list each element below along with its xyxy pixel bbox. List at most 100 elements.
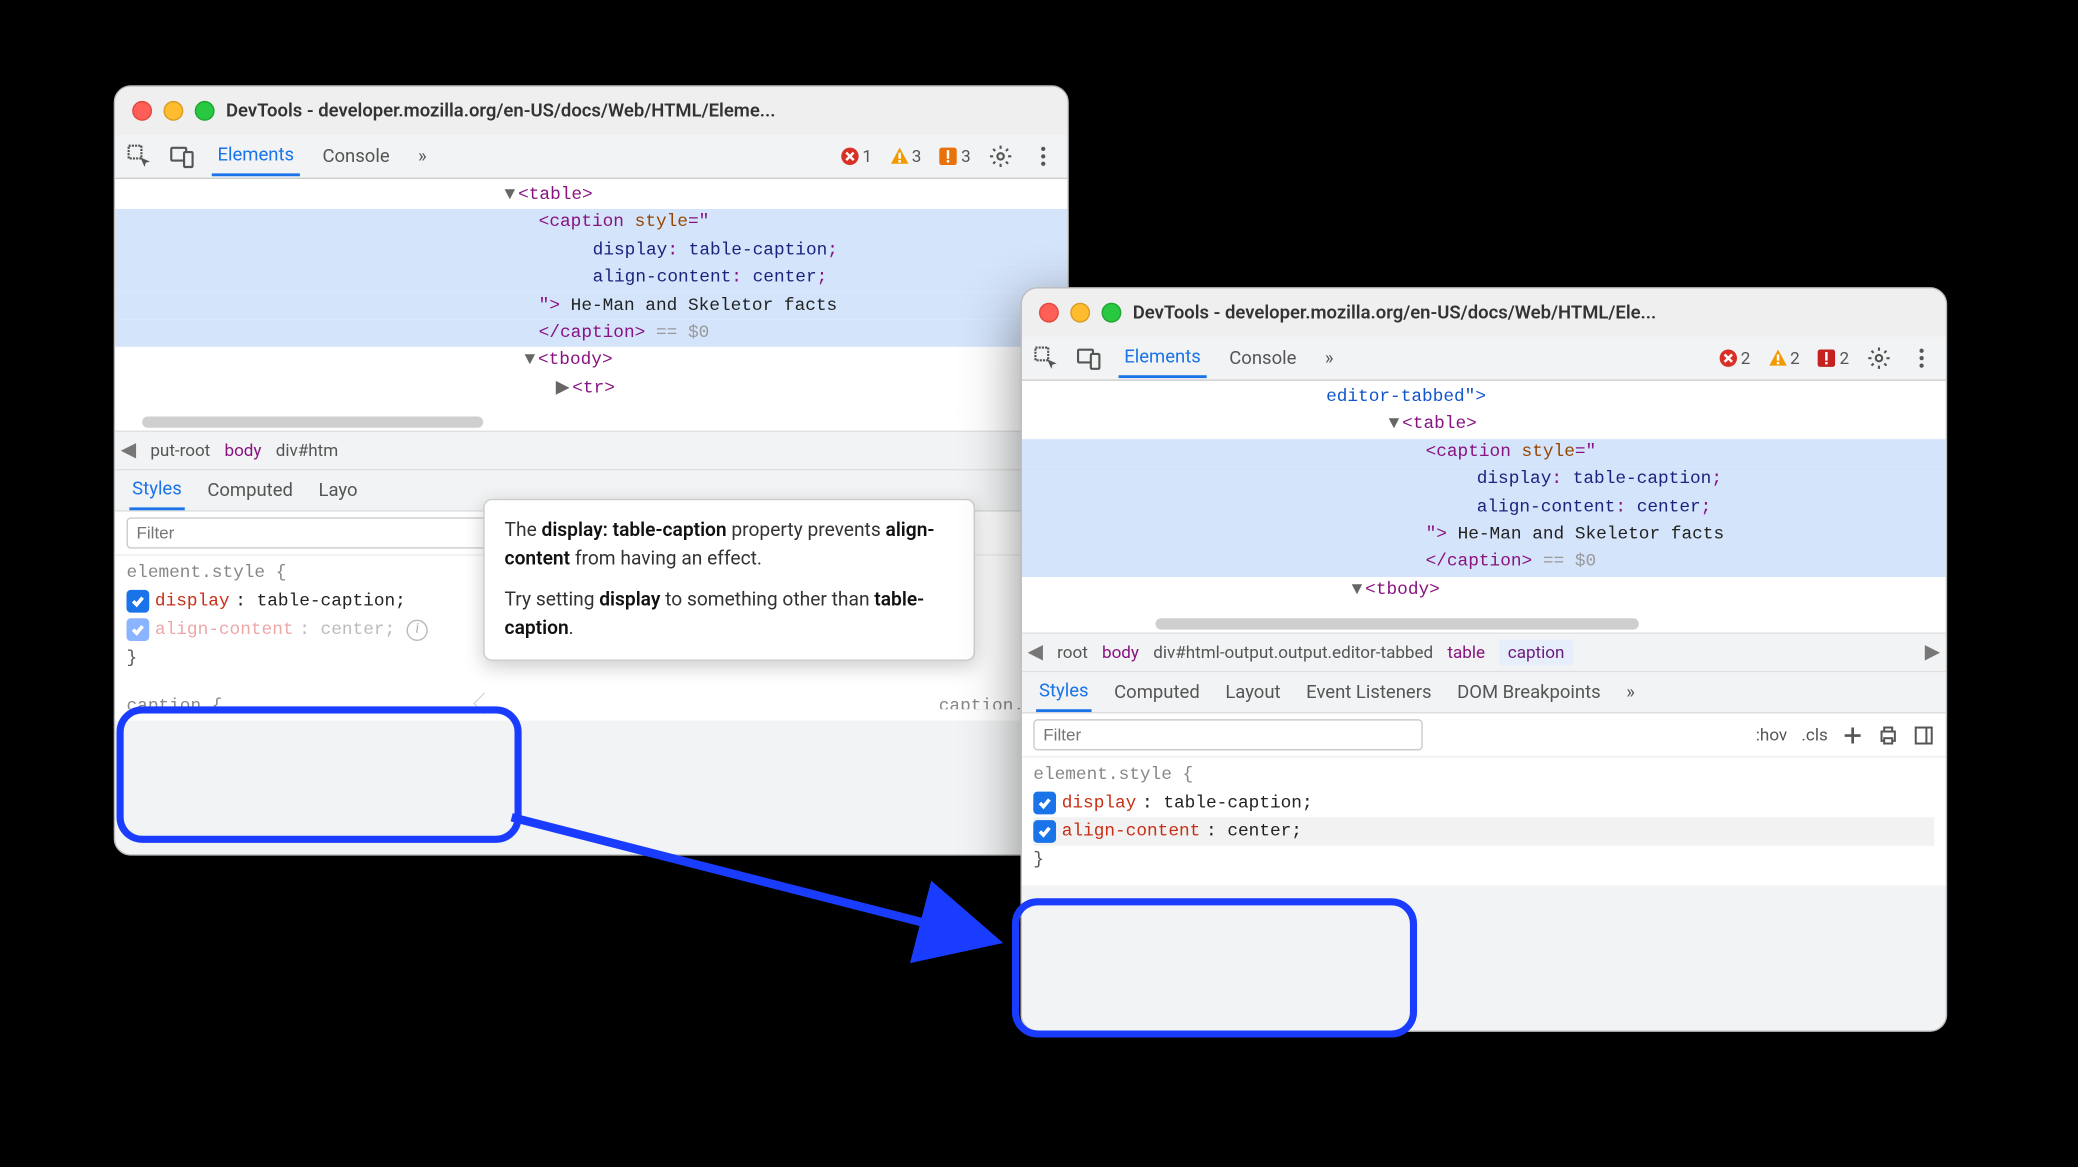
- decl-checkbox-display[interactable]: [126, 590, 149, 613]
- error-count[interactable]: 2: [1718, 348, 1750, 368]
- tab-elements[interactable]: Elements: [1119, 338, 1207, 378]
- print-preview-icon[interactable]: [1878, 724, 1899, 746]
- dom-node-caption-open[interactable]: <caption: [1426, 442, 1511, 462]
- subtab-computed[interactable]: Computed: [1111, 674, 1202, 710]
- subtab-styles[interactable]: Styles: [1036, 673, 1091, 711]
- subtab-computed[interactable]: Computed: [205, 473, 296, 509]
- dom-node-table[interactable]: <table>: [1402, 414, 1477, 434]
- style-rules[interactable]: element.style { display: table-caption; …: [1022, 758, 1946, 886]
- decl-val-align-content[interactable]: : center;: [1206, 817, 1302, 845]
- titlebar[interactable]: DevTools - developer.mozilla.org/en-US/d…: [115, 87, 1067, 135]
- crumb-table[interactable]: table: [1447, 642, 1485, 662]
- decl-align-content[interactable]: align-content: center;: [1033, 817, 1934, 845]
- minimize-window-icon[interactable]: [163, 101, 183, 121]
- styles-filter-input[interactable]: [1033, 719, 1422, 750]
- dom-tree[interactable]: editor-tabbed"> ▼<table> <caption style=…: [1022, 381, 1946, 616]
- dom-node-tbody[interactable]: <tbody>: [1365, 579, 1440, 599]
- tabs-overflow[interactable]: »: [412, 138, 432, 175]
- dom-node-caption-open[interactable]: <caption: [539, 212, 624, 232]
- scroll-thumb[interactable]: [142, 416, 483, 427]
- error-count-value: 2: [1741, 348, 1751, 368]
- minimize-window-icon[interactable]: [1070, 303, 1090, 323]
- style-prop-display: display: [1477, 469, 1552, 489]
- dom-node-table[interactable]: <table>: [518, 185, 593, 205]
- error-count[interactable]: 1: [840, 146, 872, 166]
- crumb-div[interactable]: div#htm: [276, 441, 338, 461]
- inspect-icon[interactable]: [126, 144, 152, 170]
- tab-elements[interactable]: Elements: [212, 136, 300, 176]
- styles-filter-input[interactable]: [126, 517, 515, 548]
- subtab-styles[interactable]: Styles: [129, 471, 184, 509]
- warning-count-value: 2: [1790, 348, 1800, 368]
- zoom-window-icon[interactable]: [1102, 303, 1122, 323]
- crumb-root[interactable]: root: [1057, 642, 1088, 662]
- subtab-dom-breakpoints[interactable]: DOM Breakpoints: [1454, 674, 1603, 710]
- settings-icon[interactable]: [988, 144, 1014, 170]
- subtab-event-listeners[interactable]: Event Listeners: [1303, 674, 1434, 710]
- inspect-icon[interactable]: [1033, 345, 1059, 371]
- crumb-body[interactable]: body: [224, 441, 261, 461]
- breadcrumb-left-arrow[interactable]: ◀: [1028, 641, 1043, 664]
- warning-count[interactable]: 2: [1767, 348, 1799, 368]
- breadcrumb[interactable]: ◀ put-root body div#htm: [115, 431, 1067, 471]
- rule-selector[interactable]: element.style {: [1033, 760, 1934, 788]
- kebab-menu-icon[interactable]: [1909, 345, 1935, 371]
- issue-count-value: 2: [1840, 348, 1850, 368]
- dom-node-caption-close: </caption>: [539, 322, 646, 342]
- tabs-overflow[interactable]: »: [1319, 340, 1339, 377]
- dom-horizontal-scrollbar[interactable]: [115, 414, 1067, 431]
- traffic-lights: [1039, 303, 1121, 323]
- decl-checkbox-align-content[interactable]: [126, 618, 149, 641]
- warning-count[interactable]: 3: [889, 146, 921, 166]
- style-prop-align-content: align-content: [1477, 497, 1616, 517]
- decl-prop-align-content[interactable]: align-content: [1062, 817, 1201, 845]
- dom-node-tbody[interactable]: <tbody>: [538, 350, 613, 370]
- computed-panel-icon[interactable]: [1913, 724, 1934, 746]
- scroll-thumb[interactable]: [1156, 618, 1639, 629]
- subtab-layout[interactable]: Layout: [1222, 674, 1283, 710]
- dom-tree[interactable]: ▼<table> <caption style=" display: table…: [115, 179, 1067, 414]
- issue-count-value: 3: [961, 146, 971, 166]
- warning-count-value: 3: [912, 146, 922, 166]
- kebab-menu-icon[interactable]: [1030, 144, 1056, 170]
- css-hint-tooltip: The display: table-caption property prev…: [483, 499, 975, 661]
- device-toggle-icon[interactable]: [1076, 345, 1102, 371]
- tab-console[interactable]: Console: [1224, 340, 1303, 377]
- subtabs-overflow[interactable]: »: [1623, 674, 1637, 710]
- issue-count[interactable]: 2: [1817, 348, 1849, 368]
- breadcrumb[interactable]: ◀ root body div#html-output.output.edito…: [1022, 632, 1946, 672]
- device-toggle-icon[interactable]: [169, 144, 195, 170]
- traffic-lights: [132, 101, 214, 121]
- decl-val-align-content[interactable]: : center;: [299, 615, 395, 643]
- decl-checkbox-display[interactable]: [1033, 792, 1056, 815]
- crumb-put-root[interactable]: put-root: [150, 441, 210, 461]
- decl-prop-display[interactable]: display: [1062, 789, 1137, 817]
- decl-val-display[interactable]: : table-caption;: [235, 587, 406, 615]
- dom-node-tr[interactable]: <tr>: [572, 378, 615, 398]
- breadcrumb-left-arrow[interactable]: ◀: [121, 439, 136, 462]
- issue-count[interactable]: 3: [938, 146, 970, 166]
- info-icon[interactable]: i: [407, 619, 428, 640]
- window-title: DevTools - developer.mozilla.org/en-US/d…: [226, 100, 776, 121]
- crumb-div[interactable]: div#html-output.output.editor-tabbed: [1153, 642, 1433, 662]
- tab-console[interactable]: Console: [317, 138, 396, 175]
- hov-toggle[interactable]: :hov: [1756, 725, 1787, 745]
- zoom-window-icon[interactable]: [195, 101, 215, 121]
- decl-val-display[interactable]: : table-caption;: [1142, 789, 1313, 817]
- close-window-icon[interactable]: [132, 101, 152, 121]
- new-rule-icon[interactable]: [1842, 724, 1863, 746]
- decl-prop-display[interactable]: display: [155, 587, 230, 615]
- titlebar[interactable]: DevTools - developer.mozilla.org/en-US/d…: [1022, 289, 1946, 337]
- crumb-body[interactable]: body: [1102, 642, 1139, 662]
- settings-icon[interactable]: [1866, 345, 1892, 371]
- crumb-caption[interactable]: caption: [1499, 640, 1573, 666]
- decl-checkbox-align-content[interactable]: [1033, 820, 1056, 843]
- decl-prop-align-content[interactable]: align-content: [155, 615, 294, 643]
- dom-horizontal-scrollbar[interactable]: [1022, 615, 1946, 632]
- breadcrumb-right-arrow[interactable]: ▶: [1925, 641, 1940, 664]
- close-window-icon[interactable]: [1039, 303, 1059, 323]
- cls-toggle[interactable]: .cls: [1801, 725, 1827, 745]
- rule-cutoff-row: caption { caption.htm: [126, 692, 1056, 709]
- subtab-layout[interactable]: Layo: [316, 473, 361, 509]
- decl-display[interactable]: display: table-caption;: [1033, 789, 1934, 817]
